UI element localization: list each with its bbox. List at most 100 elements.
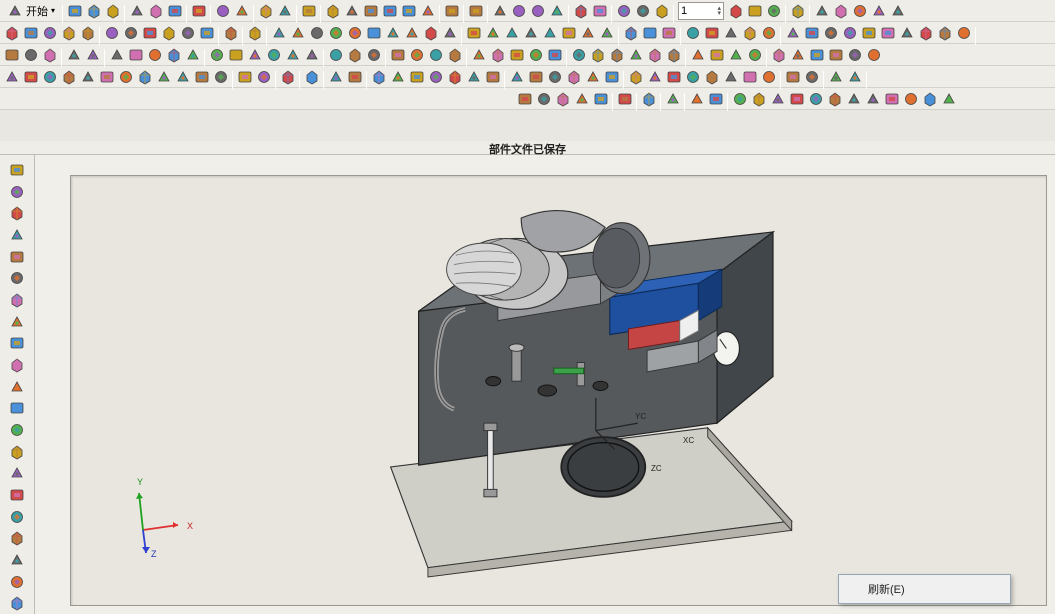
- constraint-icon[interactable]: [652, 1, 671, 20]
- rib-icon[interactable]: [140, 23, 159, 42]
- blend-icon[interactable]: [78, 23, 97, 42]
- layer-icon[interactable]: [726, 1, 745, 20]
- loft-icon[interactable]: [59, 23, 78, 42]
- zoom-region-icon[interactable]: [342, 1, 361, 20]
- shaded-cube-icon[interactable]: [442, 1, 461, 20]
- std5-icon[interactable]: [768, 89, 787, 108]
- tp3-icon[interactable]: [407, 67, 426, 86]
- std12-icon[interactable]: [901, 89, 920, 108]
- v3-icon[interactable]: [6, 203, 28, 223]
- move-icon[interactable]: [588, 45, 607, 64]
- surf3-icon[interactable]: [40, 45, 59, 64]
- curve2-icon[interactable]: [126, 45, 145, 64]
- shell-icon[interactable]: [102, 23, 121, 42]
- mesh-icon[interactable]: [788, 1, 807, 20]
- pattern-icon[interactable]: [178, 23, 197, 42]
- face-icon[interactable]: [221, 23, 240, 42]
- help-icon[interactable]: [256, 1, 275, 20]
- hole-icon[interactable]: [121, 23, 140, 42]
- v4-icon[interactable]: [6, 225, 28, 245]
- asm9-icon[interactable]: [154, 67, 173, 86]
- value-combobox[interactable]: 1▴▾: [678, 2, 724, 20]
- cube2-icon[interactable]: [245, 23, 264, 42]
- v5-icon[interactable]: [6, 247, 28, 267]
- undo-icon[interactable]: [213, 1, 232, 20]
- std3-icon[interactable]: [730, 89, 749, 108]
- ordinate-icon[interactable]: [759, 23, 778, 42]
- asm10-icon[interactable]: [173, 67, 192, 86]
- split-icon[interactable]: [597, 23, 616, 42]
- intersect-icon[interactable]: [640, 23, 659, 42]
- balloon-icon[interactable]: [802, 23, 821, 42]
- sel2-icon[interactable]: [534, 89, 553, 108]
- std2-icon[interactable]: [706, 89, 725, 108]
- stack-icon[interactable]: [764, 1, 783, 20]
- post7-icon[interactable]: [740, 67, 759, 86]
- bool-union-icon[interactable]: [326, 45, 345, 64]
- std1-icon[interactable]: [687, 89, 706, 108]
- info-icon[interactable]: [275, 1, 294, 20]
- derive-icon[interactable]: [659, 23, 678, 42]
- asm8-icon[interactable]: [135, 67, 154, 86]
- offset-face-icon[interactable]: [507, 45, 526, 64]
- mfg1-icon[interactable]: [235, 67, 254, 86]
- mass-icon[interactable]: [864, 45, 883, 64]
- post4-icon[interactable]: [683, 67, 702, 86]
- fit-icon[interactable]: [323, 1, 342, 20]
- v8-icon[interactable]: [6, 312, 28, 332]
- hatch-icon[interactable]: [954, 23, 973, 42]
- post6-icon[interactable]: [721, 67, 740, 86]
- std4-icon[interactable]: [749, 89, 768, 108]
- zoom-extents-icon[interactable]: [380, 1, 399, 20]
- sim6-icon[interactable]: [602, 67, 621, 86]
- post2-icon[interactable]: [645, 67, 664, 86]
- save-icon[interactable]: [103, 1, 122, 20]
- thicken-icon[interactable]: [83, 45, 102, 64]
- v21-icon[interactable]: [6, 593, 28, 613]
- folder-open-icon[interactable]: [84, 1, 103, 20]
- v14-icon[interactable]: [6, 442, 28, 462]
- cam2-icon[interactable]: [345, 67, 364, 86]
- grid2-icon[interactable]: [802, 67, 821, 86]
- fillet-icon[interactable]: [521, 23, 540, 42]
- pt2-icon[interactable]: [663, 89, 682, 108]
- v16-icon[interactable]: [6, 485, 28, 505]
- v19-icon[interactable]: [6, 550, 28, 570]
- asm3-icon[interactable]: [40, 67, 59, 86]
- v18-icon[interactable]: [6, 528, 28, 548]
- v15-icon[interactable]: [6, 463, 28, 483]
- v9-icon[interactable]: [6, 333, 28, 353]
- std8-icon[interactable]: [825, 89, 844, 108]
- v10-icon[interactable]: [6, 355, 28, 375]
- viewport[interactable]: YC XC ZC X Y Z 刷新(E): [35, 155, 1055, 614]
- analysis2-icon[interactable]: [788, 45, 807, 64]
- mfg2-icon[interactable]: [254, 67, 273, 86]
- curve3-icon[interactable]: [145, 45, 164, 64]
- section-icon[interactable]: [571, 1, 590, 20]
- note-icon[interactable]: [783, 23, 802, 42]
- sim5-icon[interactable]: [583, 67, 602, 86]
- dir-edit-icon[interactable]: [469, 45, 488, 64]
- asm1-icon[interactable]: [2, 67, 21, 86]
- tp5-icon[interactable]: [445, 67, 464, 86]
- mirror-icon[interactable]: [197, 23, 216, 42]
- line-icon[interactable]: [326, 23, 345, 42]
- snap1-icon[interactable]: [615, 89, 634, 108]
- prim-box-icon[interactable]: [207, 45, 226, 64]
- datum-axis-icon[interactable]: [707, 45, 726, 64]
- datum-plane-icon[interactable]: [688, 45, 707, 64]
- tp7-icon[interactable]: [483, 67, 502, 86]
- sew-icon[interactable]: [445, 45, 464, 64]
- join-icon[interactable]: [578, 23, 597, 42]
- datum-csys-icon[interactable]: [745, 45, 764, 64]
- curve4-icon[interactable]: [164, 45, 183, 64]
- std6-icon[interactable]: [787, 89, 806, 108]
- table-icon[interactable]: [826, 67, 845, 86]
- render2-icon[interactable]: [845, 45, 864, 64]
- draft-icon[interactable]: [159, 23, 178, 42]
- hidden-gray-icon[interactable]: [547, 1, 566, 20]
- project-icon[interactable]: [621, 23, 640, 42]
- plane-icon[interactable]: [850, 1, 869, 20]
- transform-icon[interactable]: [569, 45, 588, 64]
- datum-icon[interactable]: [878, 23, 897, 42]
